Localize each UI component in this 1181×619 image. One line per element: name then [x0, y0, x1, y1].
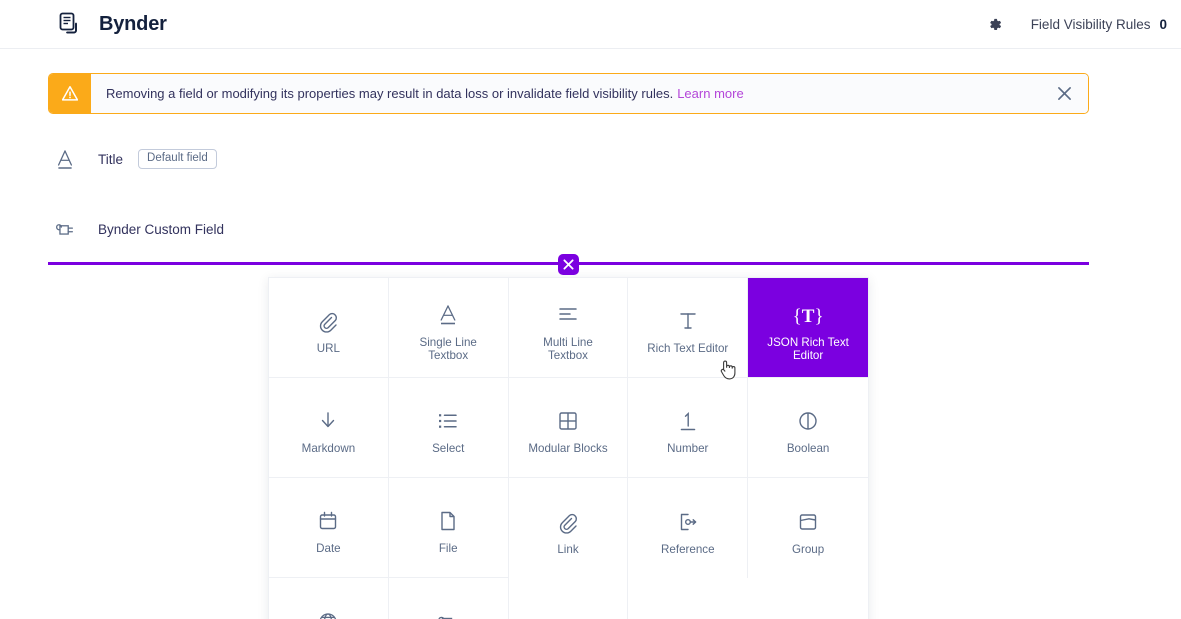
tile-url[interactable]: URL	[269, 278, 389, 378]
tile-label: Date	[316, 542, 341, 555]
number-one-underline-icon	[675, 400, 701, 434]
tile-boolean[interactable]: Boolean	[748, 378, 868, 478]
page-root: Bynder Field Visibility Rules 0 Removing…	[0, 0, 1181, 619]
close-picker-button[interactable]	[558, 254, 579, 275]
tile-label: File	[438, 542, 458, 555]
status-badge: Default field	[138, 148, 217, 170]
grid-blocks-icon	[555, 400, 581, 434]
field-row[interactable]: Bynder Custom Field	[48, 203, 1089, 255]
tile-label: Modular Blocks	[528, 442, 608, 455]
bullet-list-icon	[435, 400, 461, 434]
globe-icon	[315, 601, 341, 619]
tile-date[interactable]: Date	[269, 478, 389, 578]
banner-body: Removing a field or modifying its proper…	[91, 74, 1040, 113]
tile-label: Number	[667, 442, 709, 455]
tile-label: URL	[316, 342, 340, 355]
field-visibility-rules-label: Field Visibility Rules	[1030, 16, 1151, 32]
gear-icon[interactable]	[981, 10, 1009, 38]
tile-reference[interactable]: Reference	[628, 478, 749, 578]
header-actions: Field Visibility Rules 0	[981, 10, 1167, 38]
json-braces-t-icon: {T}	[792, 305, 824, 327]
field-label: Title	[98, 151, 124, 167]
warning-triangle-icon	[49, 74, 91, 113]
tile-single-line-textbox[interactable]: Single Line Textbox	[388, 278, 509, 378]
custom-plug-icon	[435, 601, 461, 619]
app-header: Bynder Field Visibility Rules 0	[0, 0, 1181, 49]
page-title: Bynder	[99, 12, 167, 35]
tile-label: Select	[432, 442, 465, 455]
calendar-icon	[315, 500, 341, 534]
field-type-picker: URL Single Line Textbox Multi Line Textb…	[268, 277, 869, 619]
tile-label: Boolean	[786, 442, 830, 455]
circle-half-icon	[795, 400, 821, 434]
tile-global[interactable]: Global	[269, 578, 389, 619]
single-line-textbox-icon	[48, 148, 82, 170]
tile-select[interactable]: Select	[388, 378, 509, 478]
tile-label: Group	[791, 542, 825, 556]
tile-group[interactable]: Group	[748, 478, 868, 578]
documents-copy-icon	[57, 11, 83, 37]
warning-banner: Removing a field or modifying its proper…	[48, 73, 1089, 114]
learn-more-link[interactable]: Learn more	[677, 86, 743, 101]
tile-label: Multi Line Textbox	[543, 335, 593, 362]
brand: Bynder	[57, 11, 167, 37]
tile-multi-line-textbox[interactable]: Multi Line Textbox	[508, 278, 629, 378]
tile-number[interactable]: Number	[628, 378, 749, 478]
text-lines-icon	[555, 294, 581, 328]
tile-file[interactable]: File	[388, 478, 509, 578]
tile-label: Single Line Textbox	[419, 335, 477, 362]
tile-label: Reference	[661, 542, 715, 556]
letter-a-underline-icon	[435, 294, 461, 328]
tile-link[interactable]: Link	[508, 478, 629, 578]
tile-rich-text-editor[interactable]: Rich Text Editor	[628, 278, 749, 378]
banner-message: Removing a field or modifying its proper…	[106, 86, 674, 101]
tile-label: JSON Rich Text Editor	[767, 335, 849, 362]
tile-json-rich-text-editor[interactable]: {T} JSON Rich Text Editor	[748, 278, 868, 378]
markdown-arrow-down-icon	[315, 400, 341, 434]
letter-t-icon	[675, 300, 701, 334]
tile-custom[interactable]: Custom	[388, 578, 509, 619]
field-visibility-rules[interactable]: Field Visibility Rules 0	[1031, 17, 1167, 32]
tile-empty	[508, 578, 629, 619]
tile-label: Link	[557, 542, 579, 556]
tile-label: Rich Text Editor	[647, 342, 729, 355]
file-document-icon	[435, 500, 461, 534]
tile-markdown[interactable]: Markdown	[269, 378, 389, 478]
custom-plug-icon	[48, 218, 82, 240]
paperclip-icon	[556, 501, 580, 535]
reference-arrow-out-icon	[675, 501, 701, 535]
field-row[interactable]: Title Default field	[48, 133, 1089, 185]
field-label: Bynder Custom Field	[98, 221, 225, 237]
tile-modular-blocks[interactable]: Modular Blocks	[508, 378, 629, 478]
paperclip-icon	[316, 300, 340, 334]
tile-label: Markdown	[301, 442, 356, 455]
banner-close-icon[interactable]	[1040, 74, 1088, 113]
folder-group-icon	[795, 501, 821, 535]
field-visibility-rules-count: 0	[1159, 16, 1167, 32]
